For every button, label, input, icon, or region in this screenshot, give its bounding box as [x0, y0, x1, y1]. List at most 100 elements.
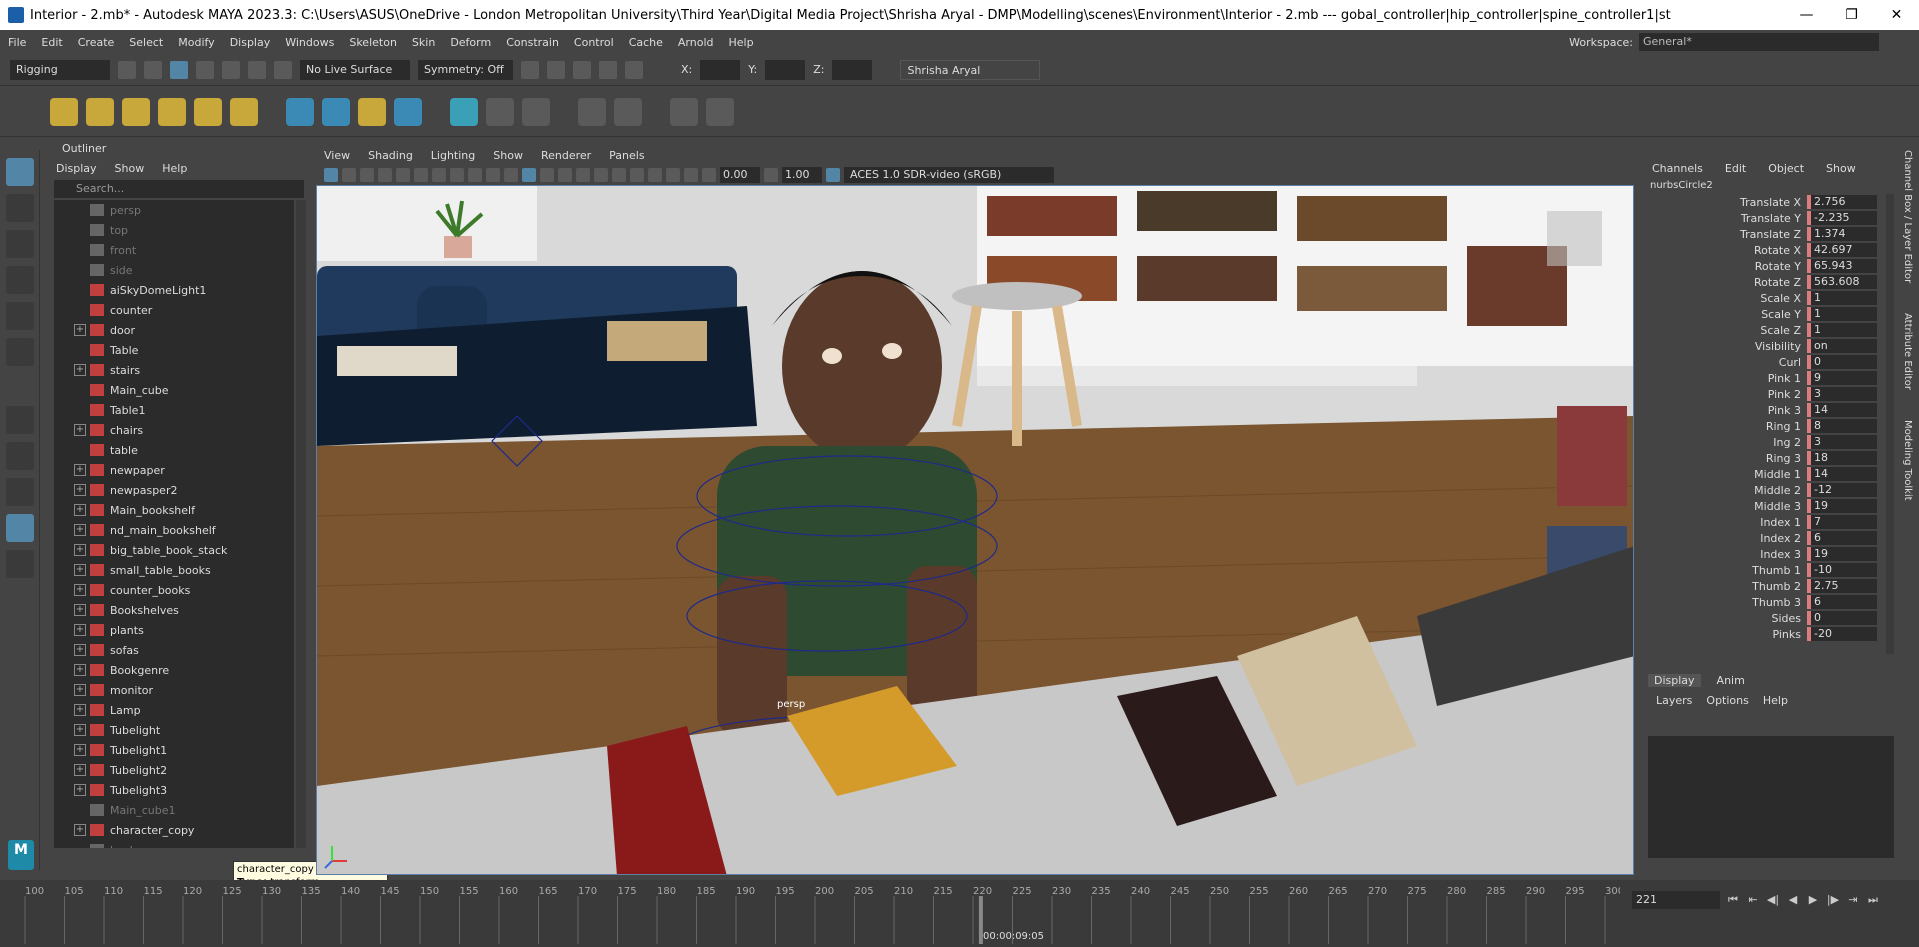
resolution-gate-icon[interactable]	[432, 168, 446, 182]
select-component-icon[interactable]	[170, 60, 188, 79]
view-cube[interactable]	[1547, 211, 1602, 266]
channel-value[interactable]: 18	[1811, 451, 1877, 465]
outliner-item[interactable]: + Tubelight3	[54, 780, 294, 800]
channel-value[interactable]: 1	[1811, 323, 1877, 337]
outliner-item[interactable]: + newpasper2	[54, 480, 294, 500]
menu-file[interactable]: File	[8, 36, 26, 49]
minimize-button[interactable]: —	[1784, 7, 1829, 23]
workspace-selector[interactable]: Workspace: General*	[1569, 33, 1879, 51]
channel-value[interactable]: 3	[1811, 435, 1877, 449]
channel-value[interactable]: 2.756	[1811, 195, 1877, 209]
viewport-menu-renderer[interactable]: Renderer	[541, 149, 591, 162]
channel-menu-object[interactable]: Object	[1768, 162, 1804, 175]
render-settings-icon[interactable]	[599, 60, 617, 79]
select-tool-icon[interactable]	[6, 158, 34, 186]
viewport-menu-panels[interactable]: Panels	[609, 149, 644, 162]
layer-menu-layers[interactable]: Layers	[1656, 694, 1692, 707]
menu-display[interactable]: Display	[230, 36, 271, 49]
outliner-item[interactable]: + big_table_book_stack	[54, 540, 294, 560]
channel-row[interactable]: Rotate Y 65.943	[1642, 258, 1902, 274]
x-field[interactable]	[700, 59, 741, 80]
viewport-menu-view[interactable]: View	[324, 149, 350, 162]
xray-icon[interactable]	[666, 168, 680, 182]
channel-row[interactable]: Scale Z 1	[1642, 322, 1902, 338]
outliner-item[interactable]: + stairs	[54, 360, 294, 380]
menu-select[interactable]: Select	[129, 36, 163, 49]
step-back-frame-icon[interactable]: ◀|	[1766, 893, 1780, 907]
gamma-field[interactable]: 1.00	[782, 167, 822, 183]
set-key-icon[interactable]	[578, 97, 606, 126]
expand-icon[interactable]: +	[74, 784, 86, 796]
outliner-item[interactable]: + Bookgenre	[54, 660, 294, 680]
channel-row[interactable]: Rotate X 42.697	[1642, 242, 1902, 258]
symmetry-dropdown[interactable]: Symmetry: Off	[418, 59, 513, 80]
menu-constrain[interactable]: Constrain	[506, 36, 559, 49]
bind-skin-icon[interactable]	[286, 97, 314, 126]
outliner-item[interactable]: + Main_bookshelf	[54, 500, 294, 520]
channel-value[interactable]: 563.608	[1811, 275, 1877, 289]
color-management-icon[interactable]	[826, 168, 840, 182]
playblast-icon[interactable]	[670, 97, 698, 126]
channel-row[interactable]: Thumb 1 -10	[1642, 562, 1902, 578]
gamma-icon[interactable]	[764, 168, 778, 182]
nurbs-circle-icon[interactable]	[358, 97, 386, 126]
safe-action-icon[interactable]	[486, 168, 500, 182]
insert-joint-icon[interactable]	[122, 97, 150, 126]
lasso-tool-icon[interactable]	[6, 194, 34, 222]
select-hierarchy-icon[interactable]	[118, 60, 136, 79]
render-view-icon[interactable]	[706, 97, 734, 126]
channel-row[interactable]: Scale Y 1	[1642, 306, 1902, 322]
outliner-item[interactable]: + sofas	[54, 640, 294, 660]
close-button[interactable]: ✕	[1874, 7, 1919, 23]
expand-icon[interactable]: +	[74, 704, 86, 716]
channel-row[interactable]: Ring 1 8	[1642, 418, 1902, 434]
channel-row[interactable]: Thumb 3 6	[1642, 594, 1902, 610]
image-plane-icon[interactable]	[378, 168, 392, 182]
expand-icon[interactable]: +	[74, 644, 86, 656]
side-tab[interactable]: Channel Box / Layer Editor	[1902, 150, 1913, 283]
expand-icon[interactable]: +	[74, 544, 86, 556]
paint-weights-icon[interactable]	[322, 97, 350, 126]
channel-row[interactable]: Ing 2 3	[1642, 434, 1902, 450]
channel-value[interactable]: 14	[1811, 467, 1877, 481]
channel-menu-show[interactable]: Show	[1826, 162, 1856, 175]
expand-icon[interactable]: +	[74, 564, 86, 576]
channel-value[interactable]: 3	[1811, 387, 1877, 401]
outliner-item[interactable]: Main_cube	[54, 380, 294, 400]
outliner-item[interactable]: counter	[54, 300, 294, 320]
hypershade-icon[interactable]	[625, 60, 643, 79]
channel-row[interactable]: Visibility on	[1642, 338, 1902, 354]
outliner-item[interactable]: + Tubelight1	[54, 740, 294, 760]
go-to-start-icon[interactable]: ⏮	[1726, 893, 1740, 907]
menu-windows[interactable]: Windows	[285, 36, 334, 49]
current-frame-field[interactable]: 221	[1632, 891, 1720, 909]
outliner-menu-show[interactable]: Show	[115, 162, 145, 175]
expand-icon[interactable]: +	[74, 484, 86, 496]
ipr-render-icon[interactable]	[573, 60, 591, 79]
expand-icon[interactable]: +	[74, 764, 86, 776]
channel-row[interactable]: Thumb 2 2.75	[1642, 578, 1902, 594]
mirror-joint-icon[interactable]	[194, 97, 222, 126]
channel-value[interactable]: 19	[1811, 499, 1877, 513]
channel-value[interactable]: 65.943	[1811, 259, 1877, 273]
expand-icon[interactable]: +	[74, 324, 86, 336]
outliner-menu-display[interactable]: Display	[56, 162, 97, 175]
expand-icon[interactable]: +	[74, 364, 86, 376]
menu-cache[interactable]: Cache	[629, 36, 663, 49]
menu-control[interactable]: Control	[574, 36, 614, 49]
layer-tab-display[interactable]: Display	[1648, 673, 1701, 687]
expand-icon[interactable]: +	[74, 824, 86, 836]
two-view-icon[interactable]	[6, 478, 34, 506]
channel-row[interactable]: Index 1 7	[1642, 514, 1902, 530]
film-gate-icon[interactable]	[414, 168, 428, 182]
side-tab[interactable]: Attribute Editor	[1902, 313, 1913, 390]
layer-list[interactable]	[1648, 736, 1894, 858]
play-forwards-icon[interactable]: ▶	[1806, 893, 1820, 907]
channel-value[interactable]: 1	[1811, 307, 1877, 321]
outliner-item[interactable]: + Tubelight	[54, 720, 294, 740]
channel-row[interactable]: Translate Z 1.374	[1642, 226, 1902, 242]
channel-row[interactable]: Sides 0	[1642, 610, 1902, 626]
outliner-item[interactable]: + plants	[54, 620, 294, 640]
outliner-item[interactable]: back	[54, 840, 294, 848]
step-back-key-icon[interactable]: ⇤	[1746, 893, 1760, 907]
